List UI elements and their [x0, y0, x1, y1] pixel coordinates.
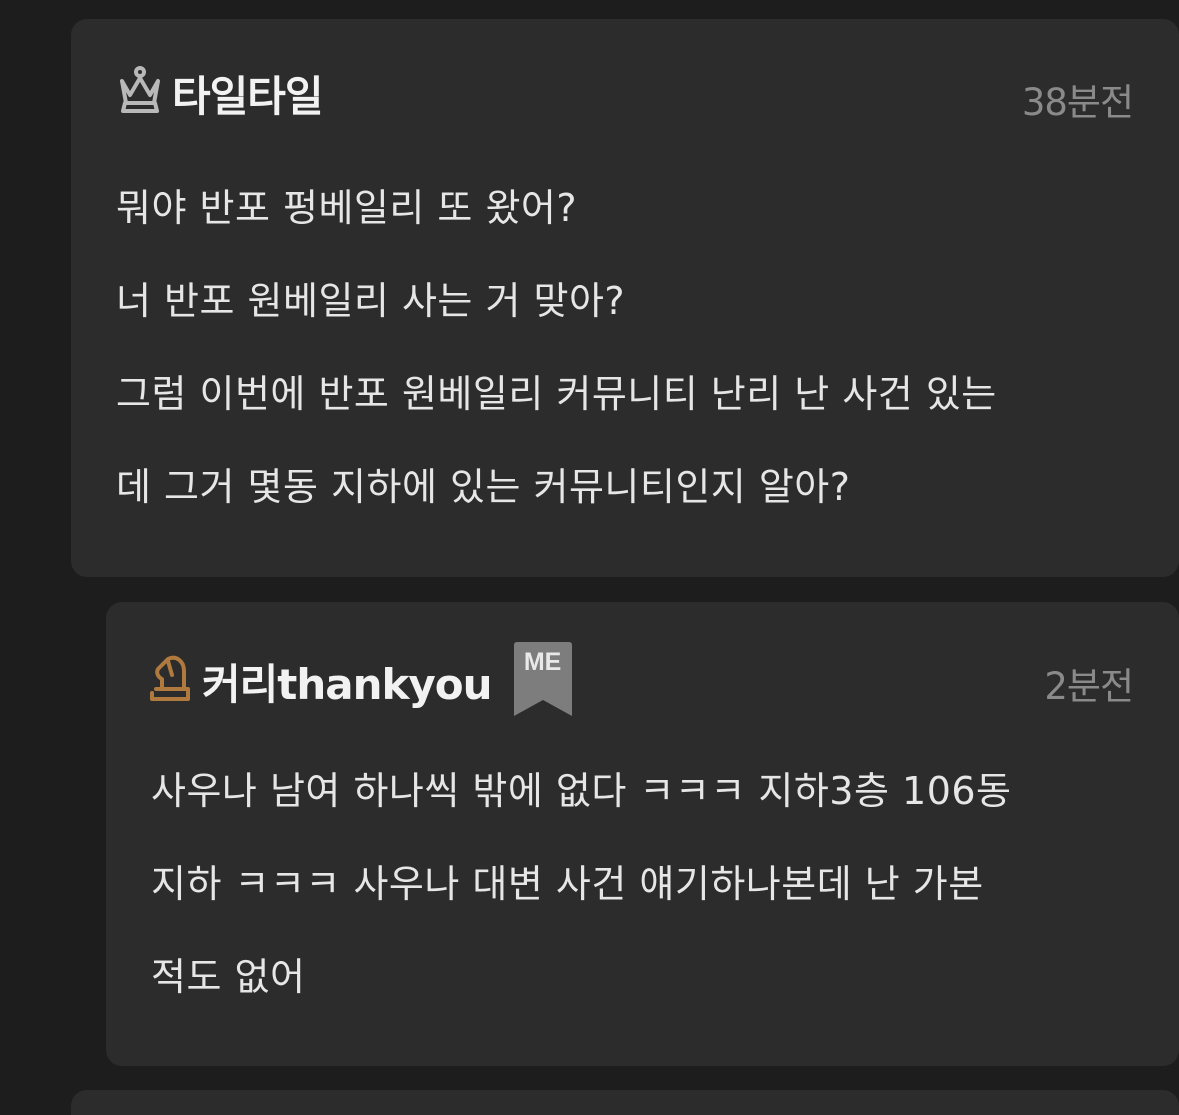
- post-body: 뭐야 반포 펑베일리 또 왔어? 너 반포 원베일리 사는 거 맞아? 그럼 이…: [116, 162, 1146, 534]
- post-line: 뭐야 반포 펑베일리 또 왔어?: [116, 186, 578, 230]
- reply-header: 커리thankyou ME: [148, 642, 572, 720]
- me-badge-label: ME: [523, 648, 562, 676]
- reply-line: 지하 ㅋㅋㅋ 사우나 대변 사건 얘기하나본데 난 가본: [151, 862, 984, 906]
- post-card: 타일타일 38분전 뭐야 반포 펑베일리 또 왔어? 너 반포 원베일리 사는 …: [71, 19, 1179, 577]
- reply-timestamp: 2분전: [1044, 665, 1134, 708]
- reply-body: 사우나 남여 하나씩 밖에 없다 ㅋㅋㅋ 지하3층 106동 지하 ㅋㅋㅋ 사우…: [151, 745, 1141, 1024]
- post-line: 너 반포 원베일리 사는 거 맞아?: [116, 279, 626, 323]
- comment-thread: 타일타일 38분전 뭐야 반포 펑베일리 또 왔어? 너 반포 원베일리 사는 …: [0, 0, 1179, 1115]
- post-timestamp: 38분전: [1021, 81, 1134, 124]
- post-header: 타일타일: [116, 63, 324, 124]
- post-author-name[interactable]: 타일타일: [172, 63, 324, 124]
- post-line: 데 그거 몇동 지하에 있는 커뮤니티인지 알아?: [116, 465, 851, 509]
- reply-author-name[interactable]: 커리thankyou: [202, 651, 493, 712]
- reply-line: 적도 없어: [151, 955, 306, 999]
- next-comment-card: [71, 1090, 1179, 1115]
- reply-card: 커리thankyou ME 2분전 사우나 남여 하나씩 밖에 없다 ㅋㅋㅋ 지…: [106, 602, 1179, 1066]
- post-line: 그럼 이번에 반포 원베일리 커뮤니티 난리 난 사건 있는: [116, 372, 997, 416]
- queen-chess-icon: [116, 65, 164, 121]
- knight-chess-icon: [148, 653, 192, 709]
- reply-line: 사우나 남여 하나씩 밖에 없다 ㅋㅋㅋ 지하3층 106동: [151, 769, 1012, 813]
- me-badge: ME: [513, 642, 572, 720]
